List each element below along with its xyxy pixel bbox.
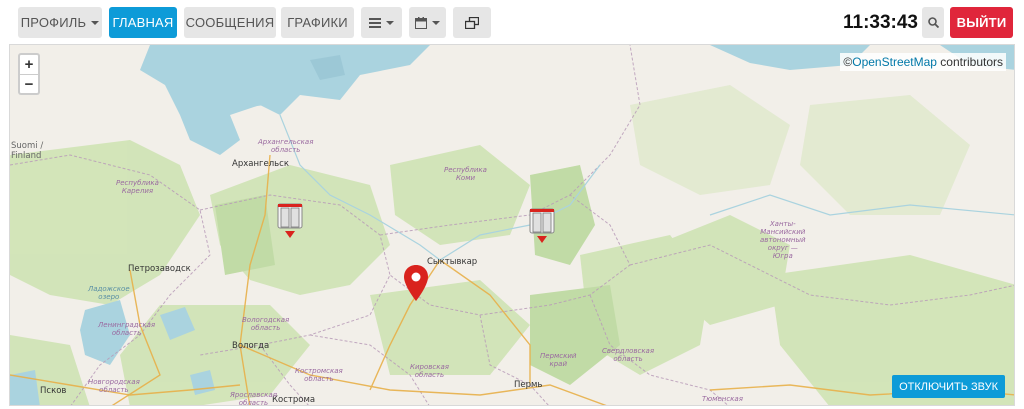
- messages-label: СООБЩЕНИЯ: [185, 15, 275, 30]
- label-khmao: Ханты- Мансийский автономный округ — Югр…: [760, 220, 806, 260]
- label-novgorod-oblast: Новгородская область: [88, 378, 140, 394]
- search-button[interactable]: [922, 7, 944, 38]
- profile-label: ПРОФИЛЬ: [20, 15, 87, 30]
- search-icon: [927, 17, 939, 28]
- calendar-icon: [415, 16, 427, 29]
- label-petrozavodsk: Петрозаводск: [128, 264, 191, 274]
- label-perm-krai: Пермский край: [540, 352, 577, 368]
- zoom-control: + −: [18, 53, 40, 95]
- label-ladoga: Ладожское озеро: [88, 285, 130, 301]
- attribution-prefix: ©: [843, 55, 853, 69]
- chevron-down-icon: [91, 20, 100, 25]
- logout-button[interactable]: ВЫЙТИ: [950, 7, 1013, 38]
- label-leningrad-oblast: Ленинградская область: [98, 321, 156, 337]
- openstreetmap-link[interactable]: OpenStreetMap: [852, 55, 937, 69]
- zoom-out-button[interactable]: −: [20, 74, 38, 93]
- door-marker-icon[interactable]: [277, 203, 303, 239]
- chevron-down-icon: [386, 20, 394, 25]
- label-vologda: Вологда: [232, 341, 270, 351]
- label-arkhangelsk: Архангельск: [232, 159, 289, 169]
- label-tyumen: Тюменская: [702, 395, 743, 403]
- windows-button[interactable]: [453, 7, 491, 38]
- home-label: ГЛАВНАЯ: [112, 15, 174, 30]
- label-pskov: Псков: [40, 386, 67, 396]
- label-arkhangelsk-oblast: Архангельская область: [258, 138, 314, 154]
- map-tiles: [10, 45, 1014, 405]
- label-kirov-oblast: Кировская область: [410, 363, 449, 379]
- attribution-suffix: contributors: [936, 55, 1003, 69]
- clock: 11:33:43: [842, 12, 918, 33]
- label-finland: Suomi / Finland: [11, 141, 44, 161]
- mute-sound-button[interactable]: ОТКЛЮЧИТЬ ЗВУК: [892, 375, 1005, 398]
- label-perm: Пермь: [514, 380, 543, 390]
- window-restore-icon: [465, 16, 479, 29]
- charts-label: ГРАФИКИ: [287, 15, 348, 30]
- door-marker-icon[interactable]: [529, 208, 555, 244]
- top-navbar: ПРОФИЛЬ ГЛАВНАЯ СООБЩЕНИЯ ГРАФИКИ 11:33:…: [0, 0, 1024, 44]
- location-pin-icon[interactable]: [404, 265, 428, 301]
- label-sverdlovsk-oblast: Свердловская область: [602, 347, 655, 363]
- label-syktyvkar: Сыктывкар: [427, 257, 478, 267]
- home-button[interactable]: ГЛАВНАЯ: [109, 7, 177, 38]
- messages-button[interactable]: СООБЩЕНИЯ: [184, 7, 276, 38]
- list-icon: [369, 17, 381, 28]
- label-kostroma: Кострома: [272, 395, 316, 405]
- map-attribution: ©OpenStreetMap contributors: [840, 53, 1006, 71]
- charts-button[interactable]: ГРАФИКИ: [281, 7, 354, 38]
- map-view[interactable]: Suomi / Finland Архангельск Архангельска…: [9, 44, 1015, 406]
- chevron-down-icon: [432, 20, 440, 25]
- list-menu-button[interactable]: [361, 7, 402, 38]
- profile-dropdown-button[interactable]: ПРОФИЛЬ: [18, 7, 102, 38]
- logout-label: ВЫЙТИ: [956, 15, 1007, 30]
- label-kostroma-oblast: Костромская область: [295, 367, 343, 383]
- calendar-menu-button[interactable]: [409, 7, 446, 38]
- zoom-in-button[interactable]: +: [20, 55, 38, 74]
- label-komi: Республика Коми: [444, 166, 487, 182]
- label-yaroslavl-oblast: Ярославская область: [230, 391, 277, 406]
- label-karelia: Республика Карелия: [116, 179, 159, 195]
- label-vologda-oblast: Вологодская область: [242, 316, 290, 332]
